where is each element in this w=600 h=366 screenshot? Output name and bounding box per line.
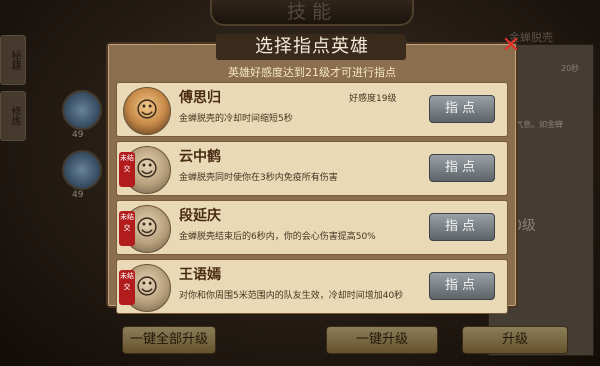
locked-badge: 未结交 — [119, 270, 135, 305]
guide-button[interactable]: 指点 — [429, 154, 495, 182]
hero-portrait: ☺ — [123, 87, 171, 135]
dialog-subtitle: 英雄好感度达到21级才可进行指点 — [228, 66, 396, 79]
hero-name: 王语嫣 — [179, 267, 221, 283]
close-icon[interactable]: ✕ — [500, 35, 522, 58]
hero-desc: 对你和你周围5米范围内的队友生效，冷却时间增加40秒 — [179, 291, 404, 301]
hero-desc: 金蝉脱壳结束后的6秒内，你的会心伤害提高50% — [179, 232, 376, 242]
hero-favor-level: 好感度19级 — [349, 94, 397, 104]
hero-row: ☺ 傅思归 好感度19级 金蝉脱壳的冷却时间缩短5秒 指点 — [116, 82, 508, 137]
locked-badge: 未结交 — [119, 152, 135, 187]
hero-name: 云中鹤 — [179, 149, 221, 165]
hero-row: ☺ 未结交 段延庆 金蝉脱壳结束后的6秒内，你的会心伤害提高50% 指点 — [116, 200, 508, 255]
locked-badge: 未结交 — [119, 211, 135, 246]
hero-avatar-icon: ☺ — [135, 98, 159, 123]
guide-button[interactable]: 指点 — [429, 272, 495, 300]
hero-list: ☺ 傅思归 好感度19级 金蝉脱壳的冷却时间缩短5秒 指点 ☺ 未结交 云中鹤 … — [116, 82, 508, 314]
guide-button[interactable]: 指点 — [429, 95, 495, 123]
dialog-title: 选择指点英雄 — [255, 36, 369, 57]
hero-name: 傅思归 — [179, 90, 221, 106]
hero-name: 段延庆 — [179, 208, 221, 224]
guide-button[interactable]: 指点 — [429, 213, 495, 241]
select-hero-dialog: 选择指点英雄 ✕ 英雄好感度达到21级才可进行指点 ☺ 傅思归 好感度19级 金… — [106, 34, 520, 314]
hero-row: ☺ 未结交 云中鹤 金蝉脱壳同时使你在3秒内免疫所有伤害 指点 — [116, 141, 508, 196]
hero-desc: 金蝉脱壳同时使你在3秒内免疫所有伤害 — [179, 173, 338, 183]
hero-row: ☺ 未结交 王语嫣 对你和你周围5米范围内的队友生效，冷却时间增加40秒 指点 — [116, 259, 508, 314]
hero-desc: 金蝉脱壳的冷却时间缩短5秒 — [179, 114, 293, 124]
